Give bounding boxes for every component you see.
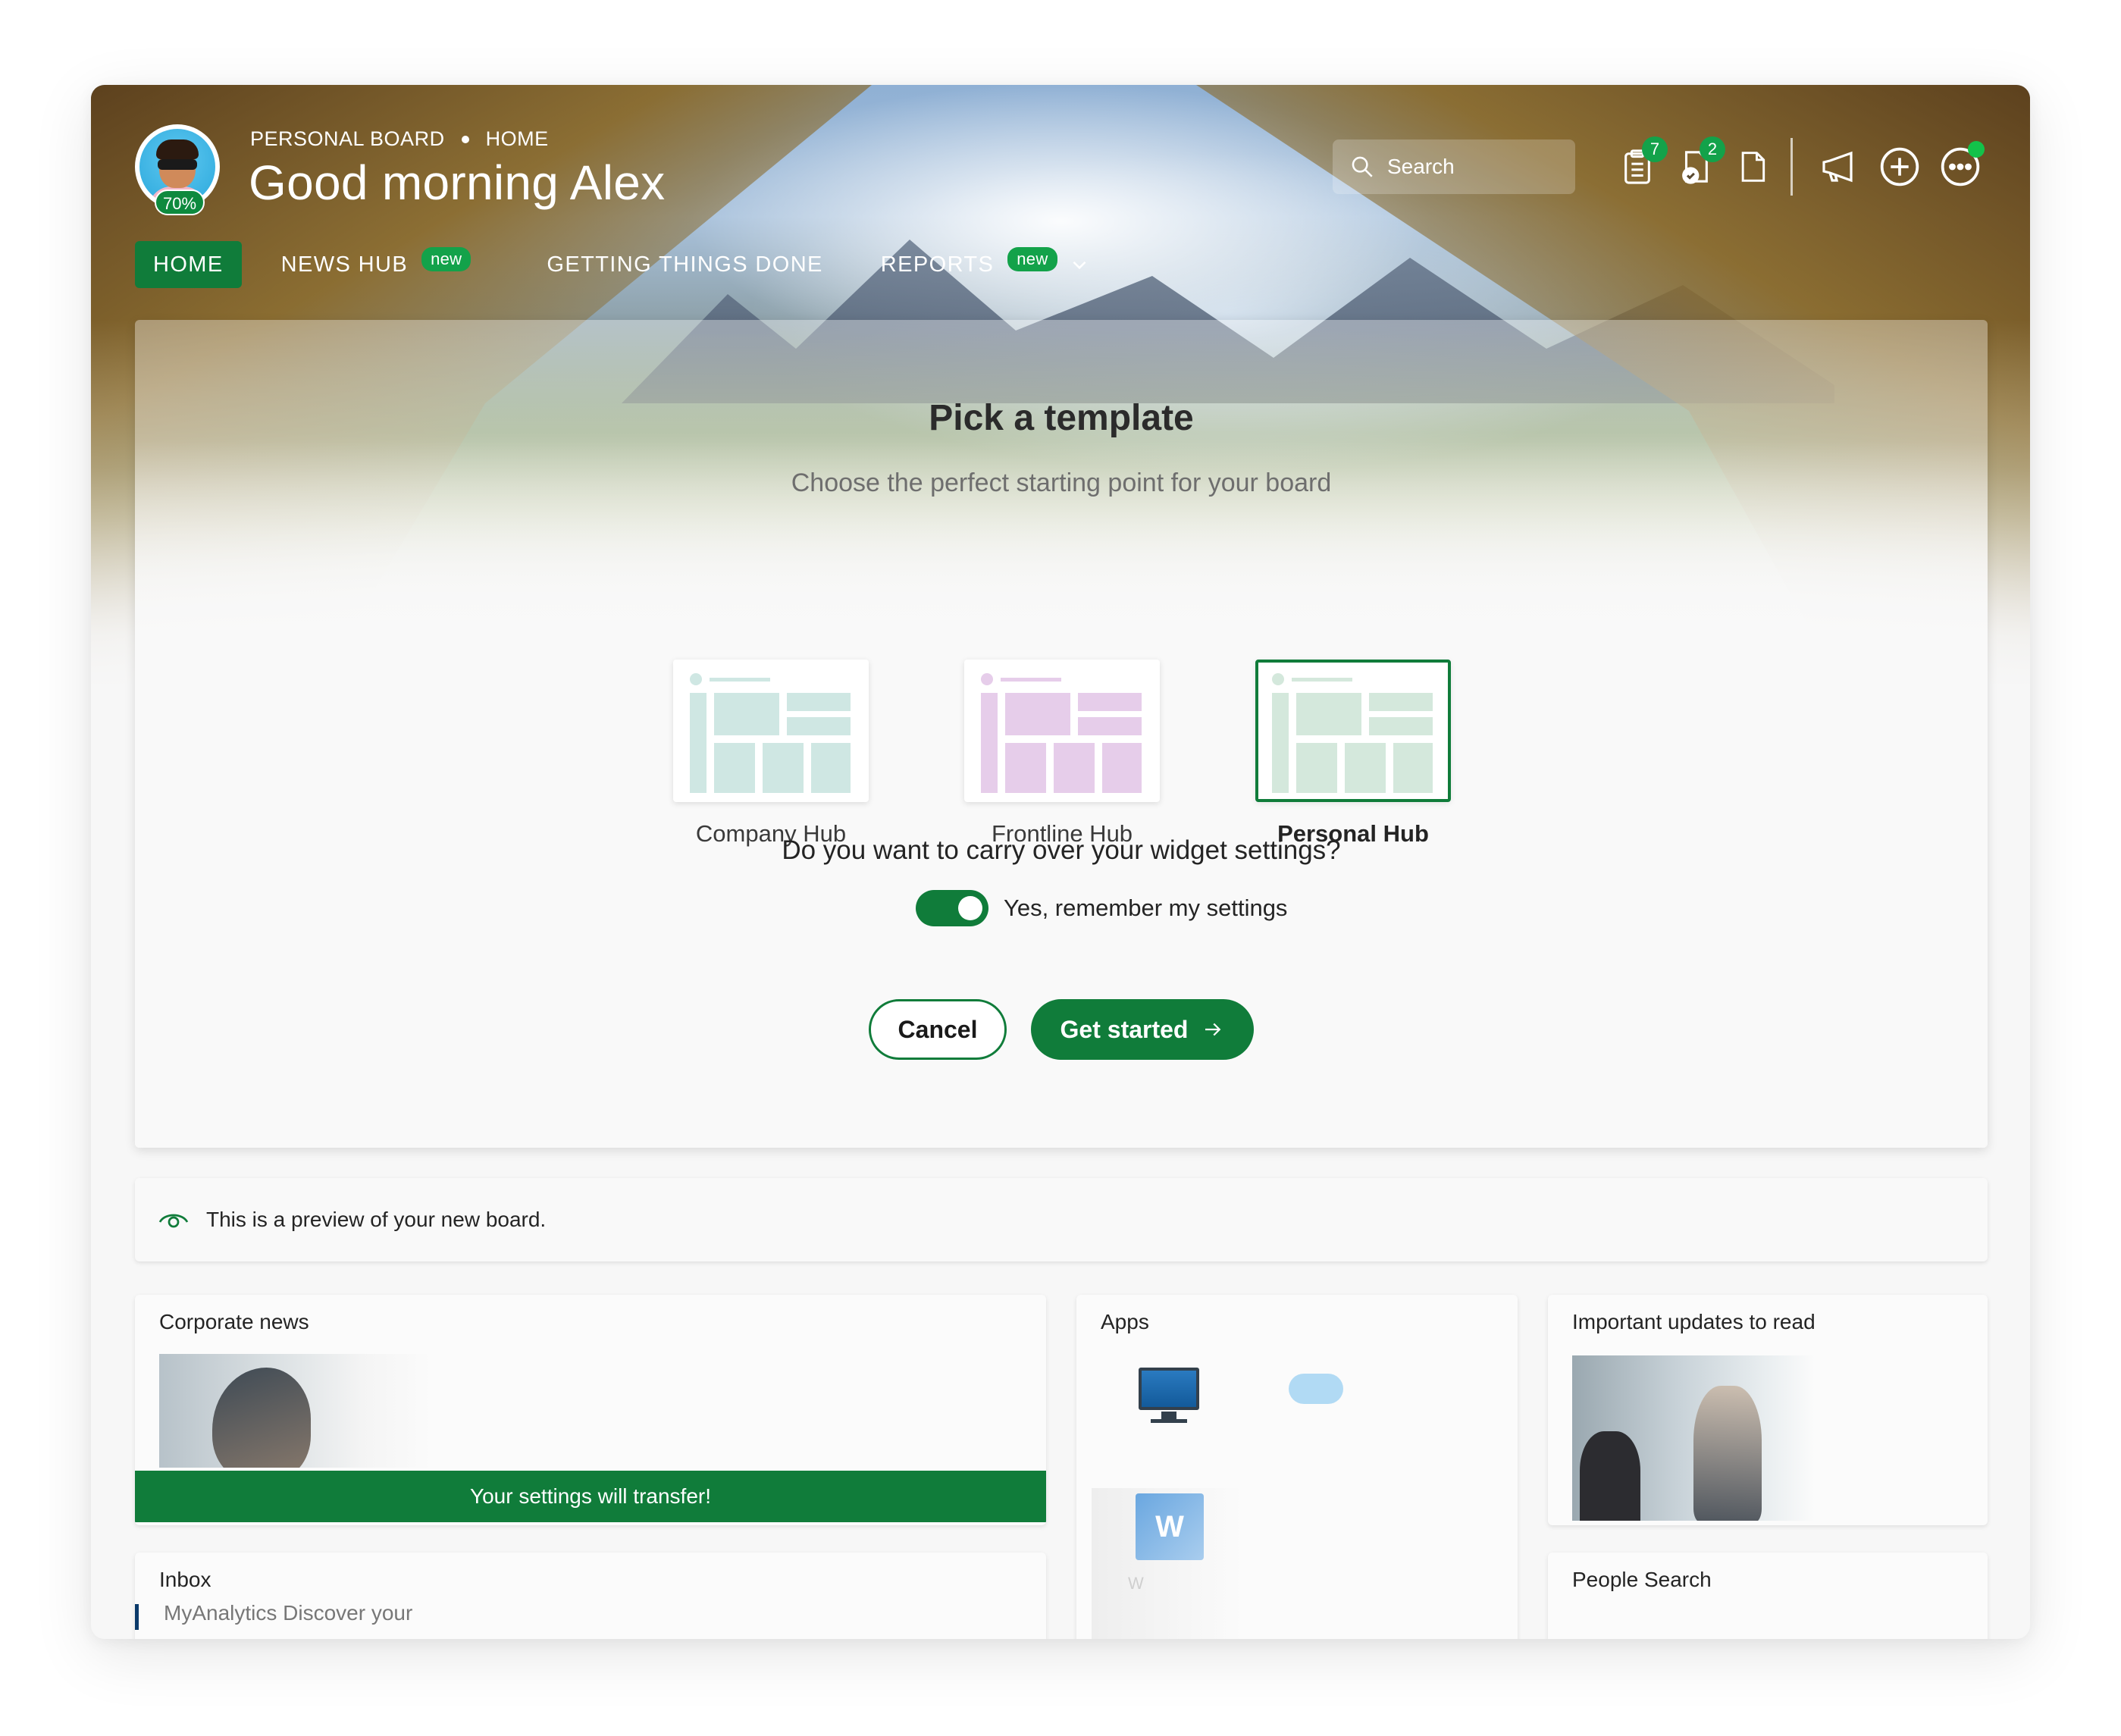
toggle-label: Yes, remember my settings [1004, 895, 1288, 921]
tab-label: REPORTS [880, 252, 995, 277]
cancel-button-label: Cancel [898, 1015, 978, 1043]
arrow-right-icon [1205, 1023, 1221, 1036]
search-input[interactable]: Search [1333, 139, 1575, 194]
desktop-app-icon[interactable] [1139, 1368, 1199, 1410]
cloud-app-icon[interactable] [1289, 1374, 1343, 1404]
template-thumbnail[interactable] [964, 660, 1160, 802]
dialog-subtitle: Choose the perfect starting point for yo… [791, 468, 1332, 497]
remember-settings-row: Yes, remember my settings [916, 890, 1287, 926]
profile-completion-badge: 70% [155, 190, 205, 215]
news-image[interactable] [159, 1354, 432, 1468]
add-icon[interactable] [1875, 143, 1924, 191]
widget-title: Inbox [159, 1568, 211, 1591]
header-divider [1790, 138, 1793, 196]
template-picker-dialog: Pick a template Choose the perfect start… [135, 320, 1988, 1148]
inbox-item-preview[interactable]: MyAnalytics Discover your [164, 1601, 412, 1625]
tab-reports[interactable]: REPORTS new [863, 241, 1107, 288]
settings-question: Do you want to carry over your widget se… [782, 835, 1341, 865]
tasks-icon[interactable]: 7 [1613, 136, 1668, 191]
document-icon[interactable] [1728, 143, 1777, 191]
search-placeholder: Search [1387, 155, 1455, 178]
template-thumbnail[interactable] [673, 660, 869, 802]
template-thumbnail-selected[interactable] [1255, 660, 1451, 802]
breadcrumb-item[interactable]: PERSONAL BOARD [250, 127, 445, 151]
widget-title: Apps [1101, 1310, 1149, 1333]
widget-title: People Search [1572, 1568, 1712, 1591]
widget-title: Important updates to read [1572, 1310, 1816, 1333]
settings-transfer-banner: Your settings will transfer! [135, 1471, 1046, 1522]
tab-getting-things-done[interactable]: GETTING THINGS DONE [528, 241, 841, 288]
tasks-count-badge: 7 [1642, 136, 1668, 162]
tab-news-hub[interactable]: NEWS HUB new [263, 241, 490, 288]
preview-notice: This is a preview of your new board. [135, 1178, 1988, 1261]
search-icon [1352, 156, 1373, 177]
page-title: Good morning Alex [249, 155, 666, 210]
tab-home[interactable]: HOME [135, 241, 242, 288]
eye-icon [158, 1214, 189, 1228]
app-label: W [1128, 1574, 1144, 1593]
dialog-title: Pick a template [929, 398, 1194, 438]
workplace-app-icon[interactable]: W [1136, 1493, 1204, 1560]
template-frontline-hub[interactable]: Frontline Hub [964, 660, 1160, 848]
breadcrumb-separator [461, 135, 469, 143]
preview-notice-text: This is a preview of your new board. [206, 1208, 547, 1231]
corporate-news-widget: Corporate news Your settings will transf… [135, 1295, 1046, 1525]
breadcrumb-item[interactable]: HOME [486, 127, 549, 151]
template-company-hub[interactable]: Company Hub [673, 660, 869, 848]
tab-label: GETTING THINGS DONE [547, 252, 823, 277]
more-icon[interactable] [1936, 141, 1985, 191]
inbox-widget: Inbox MyAnalytics Discover your [135, 1553, 1046, 1639]
updates-image[interactable] [1572, 1355, 1815, 1521]
remember-settings-toggle[interactable] [916, 890, 988, 926]
get-started-button[interactable]: Get started [1031, 999, 1254, 1060]
get-started-button-label: Get started [1060, 1015, 1189, 1043]
app-window: 70% PERSONAL BOARD HOME Good morning Ale… [91, 85, 2030, 1639]
main-nav: HOME NEWS HUB new GETTING THINGS DONE RE… [135, 241, 1129, 288]
notification-dot [1968, 141, 1985, 158]
new-badge: new [421, 247, 472, 271]
people-search-widget: People Search [1548, 1553, 1988, 1639]
important-updates-widget: Important updates to read [1548, 1295, 1988, 1525]
approvals-count-badge: 2 [1700, 136, 1725, 162]
chevron-down-icon[interactable] [1070, 255, 1089, 274]
tab-label: NEWS HUB [280, 252, 409, 277]
approvals-icon[interactable]: 2 [1671, 136, 1725, 191]
megaphone-icon[interactable] [1815, 143, 1863, 191]
template-personal-hub[interactable]: Personal Hub [1255, 660, 1451, 848]
cancel-button[interactable]: Cancel [869, 999, 1007, 1060]
new-badge: new [1007, 247, 1057, 271]
tab-label: HOME [153, 252, 224, 277]
apps-widget: Apps W W [1076, 1295, 1518, 1639]
breadcrumb: PERSONAL BOARD HOME [250, 127, 549, 151]
widget-title: Corporate news [159, 1310, 309, 1333]
